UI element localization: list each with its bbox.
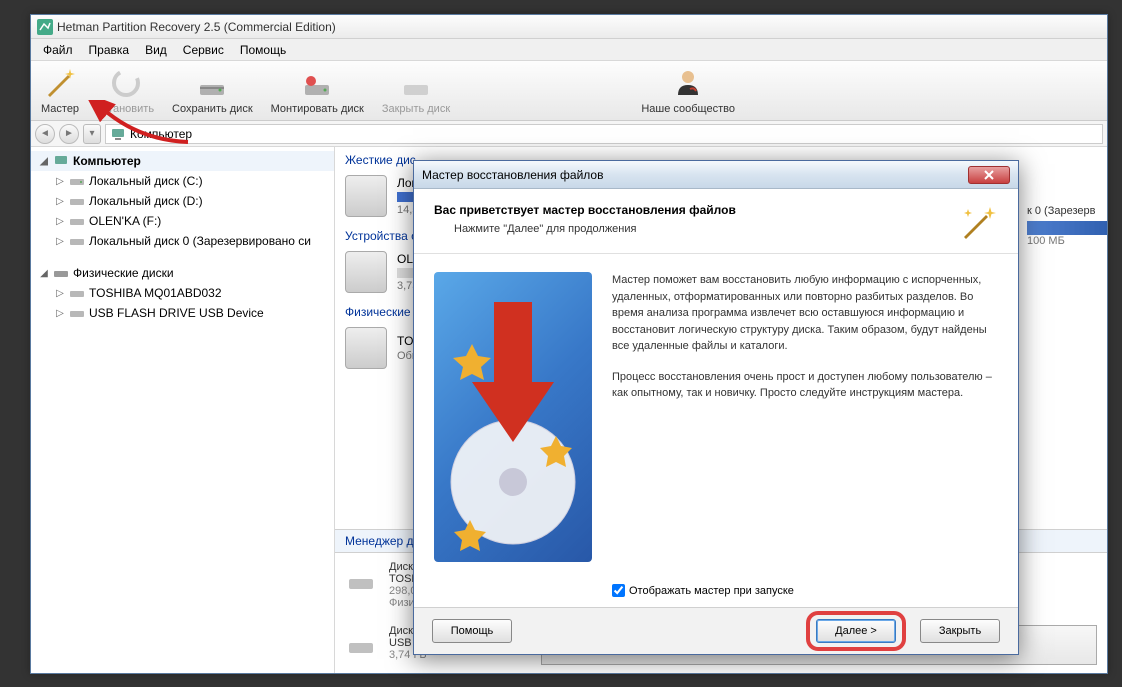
overflow-size: 100 МБ [1027,235,1065,247]
drive-icon [69,193,85,209]
tree-label: USB FLASH DRIVE USB Device [89,306,264,320]
disk-icon [345,175,387,217]
tree-label: TOSHIBA MQ01ABD032 [89,286,222,300]
tree-physical-header[interactable]: ◢ Физические диски [31,263,334,283]
toolbar: Мастер сстановить Сохранить диск Монтиро… [31,61,1107,121]
tree-item-local-c[interactable]: ▷ Локальный диск (C:) [31,171,334,191]
window-title: Hetman Partition Recovery 2.5 (Commercia… [57,20,336,34]
nav-forward[interactable]: ► [59,124,79,144]
wizard-icon [44,67,76,99]
wizard-header: Вас приветствует мастер восстановления ф… [414,189,1018,254]
next-button[interactable]: Далее > [816,619,896,643]
hdd-icon [345,561,377,593]
breadcrumb-location: Компьютер [130,127,192,141]
wizard-dialog: Мастер восстановления файлов Вас приветс… [413,160,1019,655]
menu-file[interactable]: Файл [35,41,81,59]
toolbar-save-disk-label: Сохранить диск [172,103,253,115]
menubar: Файл Правка Вид Сервис Помощь [31,39,1107,61]
tree-label: OLEN'KA (F:) [89,214,161,228]
save-disk-icon [196,67,228,99]
close-disk-icon [400,67,432,99]
drive-icon [69,173,85,189]
computer-icon [53,153,69,169]
wizard-title: Мастер восстановления файлов [422,168,603,182]
overflow-label: к 0 (Зарезерв [1027,205,1095,217]
wizard-wand-icon [958,203,998,243]
overflow-panel: к 0 (Зарезерв 100 МБ [1027,205,1107,247]
wizard-subheading: Нажмите "Далее" для продолжения [434,223,736,235]
drive-icon [69,213,85,229]
wizard-close-button[interactable] [968,166,1010,184]
tree-label: Локальный диск (C:) [89,174,203,188]
wizard-titlebar: Мастер восстановления файлов [414,161,1018,189]
close-button[interactable]: Закрыть [920,619,1000,643]
community-icon [672,67,704,99]
toolbar-community-label: Наше сообщество [641,103,735,115]
tree-root[interactable]: ◢ Компьютер [31,151,334,171]
drive-icon [69,233,85,249]
tree-label: Физические диски [73,266,174,280]
toolbar-mount-disk[interactable]: Монтировать диск [271,67,364,115]
toolbar-community[interactable]: Наше сообщество [641,67,735,115]
wizard-checkbox-row: Отображать мастер при запуске [414,580,1018,607]
wizard-para2: Процесс восстановления очень прост и дос… [612,369,998,402]
overflow-bar [1027,221,1107,235]
toolbar-save-disk[interactable]: Сохранить диск [172,67,253,115]
toolbar-restore-label: сстановить [97,103,154,115]
tree-item-toshiba[interactable]: ▷ TOSHIBA MQ01ABD032 [31,283,334,303]
annotation-highlight: Далее > [806,611,906,651]
tree-panel: ◢ Компьютер ▷ Локальный диск (C:) ▷ Лока… [31,147,335,673]
disk-icon [345,327,387,369]
drive-icon [69,285,85,301]
app-icon [37,19,53,35]
show-on-startup-checkbox[interactable] [612,584,625,597]
toolbar-restore[interactable]: сстановить [97,67,154,115]
nav-dropdown[interactable]: ▾ [83,124,101,144]
tree-item-local-d[interactable]: ▷ Локальный диск (D:) [31,191,334,211]
toolbar-mount-disk-label: Монтировать диск [271,103,364,115]
disk-icon [345,251,387,293]
menu-view[interactable]: Вид [137,41,175,59]
tree-label: Локальный диск (D:) [89,194,203,208]
tree-item-local-0[interactable]: ▷ Локальный диск 0 (Зарезервировано си [31,231,334,251]
wizard-para1: Мастер поможет вам восстановить любую ин… [612,272,998,355]
breadcrumb-field[interactable]: Компьютер [105,124,1103,144]
restore-icon [110,67,142,99]
tree-item-olenka[interactable]: ▷ OLEN'KA (F:) [31,211,334,231]
menu-edit[interactable]: Правка [81,41,138,59]
menu-help[interactable]: Помощь [232,41,294,59]
drive-icon [69,305,85,321]
wizard-image [434,272,592,562]
checkbox-label: Отображать мастер при запуске [629,585,794,597]
toolbar-close-disk[interactable]: Закрыть диск [382,67,450,115]
wizard-heading: Вас приветствует мастер восстановления ф… [434,203,736,217]
wizard-text: Мастер поможет вам восстановить любую ин… [612,272,998,562]
toolbar-wizard[interactable]: Мастер [41,67,79,115]
computer-icon [110,126,126,142]
mount-disk-icon [301,67,333,99]
wizard-footer: Помощь Далее > Закрыть [414,607,1018,654]
wizard-body: Мастер поможет вам восстановить любую ин… [414,254,1018,580]
titlebar: Hetman Partition Recovery 2.5 (Commercia… [31,15,1107,39]
toolbar-wizard-label: Мастер [41,103,79,115]
tree-item-usb[interactable]: ▷ USB FLASH DRIVE USB Device [31,303,334,323]
nav-back[interactable]: ◄ [35,124,55,144]
toolbar-close-disk-label: Закрыть диск [382,103,450,115]
tree-label: Локальный диск 0 (Зарезервировано си [89,234,311,248]
drive-icon [53,265,69,281]
help-button[interactable]: Помощь [432,619,512,643]
breadcrumb-bar: ◄ ► ▾ Компьютер [31,121,1107,147]
menu-service[interactable]: Сервис [175,41,232,59]
close-icon [984,170,994,180]
tree-root-label: Компьютер [73,154,141,168]
hdd-icon [345,625,377,657]
